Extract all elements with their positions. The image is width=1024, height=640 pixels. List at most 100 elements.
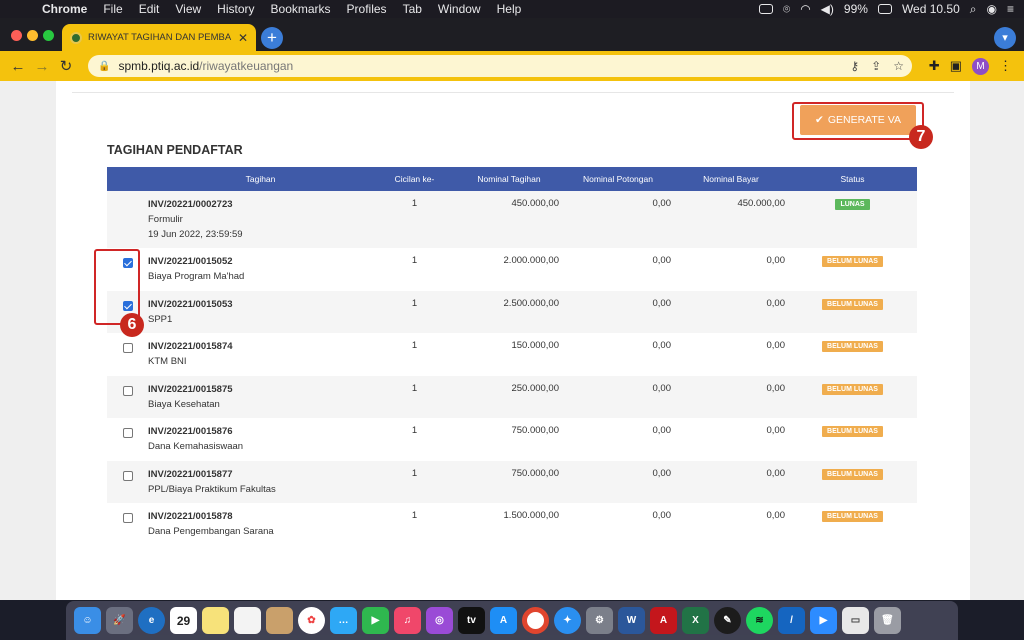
reminders-icon[interactable] [234,607,261,634]
chrome-icon[interactable] [522,607,549,634]
reload-icon[interactable]: ↻ [54,57,78,75]
facetime-icon[interactable]: ▶ [362,607,389,634]
excel-icon[interactable]: X [682,607,709,634]
menu-edit[interactable]: Edit [139,2,160,16]
active-tab[interactable]: RIWAYAT TAGIHAN DAN PEMBA ✕ [62,24,256,51]
nominal-potongan-cell: 0,00 [652,340,672,351]
nominal-tagihan-cell: 150.000,00 [511,340,559,351]
vscode-icon[interactable]: / [778,607,805,634]
nominal-tagihan-cell: 2.500.000,00 [503,298,559,309]
menu-window[interactable]: Window [438,2,481,16]
status-area: ⌾ ◠ ◀) 99% Wed 10.50 ⌕ ◉ ≡ [758,2,1024,17]
back-arrow-icon[interactable]: ← [6,58,30,75]
finder-icon[interactable]: ☺ [74,607,101,634]
appletv-icon[interactable]: tv [458,607,485,634]
battery-icon[interactable] [877,4,892,14]
launchpad-icon[interactable]: 🚀 [106,607,133,634]
status-badge: LUNAS [835,199,870,210]
tagihan-cell: INV/20221/0015875 Biaya Kesehatan [148,376,373,418]
nominal-potongan-cell: 0,00 [652,298,672,309]
address-bar[interactable]: 🔒 spmb.ptiq.ac.id/riwayatkeuangan ⚷ ⇪ ☆ [88,55,912,77]
toolbar-right: ✚ ▣ M ⋮ [929,51,1024,81]
appstore-icon[interactable]: A [490,607,517,634]
music-icon[interactable]: ♫ [394,607,421,634]
share-icon[interactable]: ⇪ [871,59,881,73]
status-cell: BELUM LUNAS [788,461,917,503]
safari-icon[interactable]: ✦ [554,607,581,634]
nominal-potongan-cell: 0,00 [652,255,672,266]
acrobat-icon[interactable]: A [650,607,677,634]
notebook-icon[interactable] [266,607,293,634]
messages-icon[interactable]: … [330,607,357,634]
header-nominal-potongan: Nominal Potongan [562,167,674,191]
row-checkbox[interactable] [122,386,133,396]
more-menu-icon[interactable]: ⋮ [999,58,1012,74]
word-icon[interactable]: W [618,607,645,634]
menu-help[interactable]: Help [497,2,522,16]
profile-avatar[interactable]: M [972,57,989,75]
minimize-window-button[interactable] [27,30,38,41]
nominal-bayar-cell: 0,00 [766,255,786,266]
menu-tab[interactable]: Tab [403,2,422,16]
tab-search-button[interactable]: ▾ [994,27,1016,49]
menu-history[interactable]: History [217,2,254,16]
wifi-icon[interactable]: ◠ [800,2,810,16]
menu-view[interactable]: View [175,2,201,16]
trash-icon[interactable]: 🗑 [874,607,901,634]
edge-icon[interactable]: e [138,607,165,634]
row-checkbox[interactable] [122,471,133,481]
key-icon[interactable]: ⚷ [850,59,859,73]
invoice-name: PPL/Biaya Praktikum Fakultas [148,484,276,495]
status-cell: BELUM LUNAS [788,503,917,546]
zoom-window-button[interactable] [43,30,54,41]
status-badge: BELUM LUNAS [822,341,883,352]
bookmark-star-icon[interactable]: ☆ [893,59,904,73]
volume-icon[interactable]: ◀) [821,2,834,16]
inkscape-icon[interactable]: ✎ [714,607,741,634]
menu-bookmarks[interactable]: Bookmarks [271,2,331,16]
row-checkbox[interactable] [122,343,133,353]
close-window-button[interactable] [11,30,22,41]
menu-profiles[interactable]: Profiles [347,2,387,16]
new-tab-button[interactable]: + [261,27,283,49]
siri-icon[interactable]: ◉ [987,2,997,16]
podcasts-icon[interactable]: ◎ [426,607,453,634]
invoice-number: INV/20221/0015877 [148,469,233,480]
tab-close-icon[interactable]: ✕ [238,31,248,45]
forward-arrow-icon[interactable]: → [30,58,54,75]
row-checkbox[interactable] [122,428,133,438]
photos-icon[interactable]: ✿ [298,607,325,634]
settings-icon[interactable]: ⚙ [586,607,613,634]
header-select [107,167,148,191]
row-checkbox[interactable] [122,513,133,523]
control-center-icon[interactable]: ≡ [1007,2,1014,16]
macos-dock: ☺ 🚀 e 29 ✿ … ▶ ♫ ◎ tv A ✦ ⚙ W A X ✎ ≋ / … [66,601,958,640]
annotation-highlight-generate [792,102,924,140]
creative-cloud-icon[interactable]: ⌾ [783,2,790,17]
invoice-name: Biaya Kesehatan [148,399,220,410]
menu-chrome[interactable]: Chrome [42,2,87,16]
notes-icon[interactable] [202,607,229,634]
screen-record-icon[interactable] [758,4,773,14]
clock[interactable]: Wed 10.50 [902,2,960,16]
invoice-name: Dana Pengembangan Sarana [148,526,274,537]
invoice-table: Tagihan Cicilan ke- Nominal Tagihan Nomi… [107,167,917,546]
omnibox-actions: ⚷ ⇪ ☆ [850,59,904,73]
invoice-number: INV/20221/0015875 [148,384,233,395]
page-viewport: ✔ GENERATE VA 7 TAGIHAN PENDAFTAR Tagiha… [0,81,1024,600]
lock-icon[interactable]: 🔒 [98,61,110,72]
extensions-icon[interactable]: ✚ [929,58,940,74]
side-panel-icon[interactable]: ▣ [950,58,962,74]
cicilan-cell: 1 [411,468,418,479]
tagihan-cell: INV/20221/0015878 Dana Pengembangan Saran… [148,503,373,546]
status-badge: BELUM LUNAS [822,469,883,480]
menu-file[interactable]: File [103,2,122,16]
nominal-potongan-cell: 0,00 [652,425,672,436]
spotify-icon[interactable]: ≋ [746,607,773,634]
table-row: INV/20221/0015053 SPP1 1 2.500.000,00 0,0… [107,291,917,333]
spotlight-icon[interactable]: ⌕ [970,2,977,17]
calendar-icon[interactable]: 29 [170,607,197,634]
preview-icon[interactable]: ▭ [842,607,869,634]
zoom-icon[interactable]: ▶ [810,607,837,634]
top-panel-edge [72,81,954,93]
